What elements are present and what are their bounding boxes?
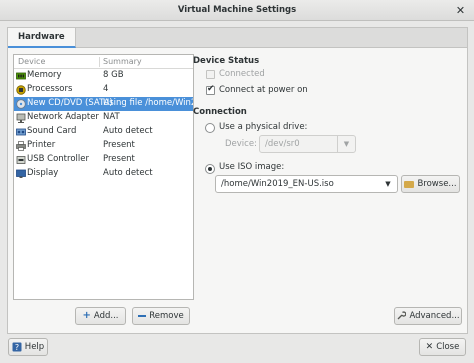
device-row-printer[interactable]: Printer Present (14, 139, 193, 153)
vm-settings-window: Virtual Machine Settings ✕ Hardware Devi… (0, 0, 474, 363)
device-summary: NAT (103, 112, 120, 122)
device-name: Memory (27, 70, 62, 80)
device-summary: 8 GB (103, 70, 124, 80)
display-icon (16, 169, 26, 178)
device-summary: Auto detect (103, 126, 153, 136)
dropdown-arrow-icon[interactable]: ▼ (379, 176, 397, 192)
title-bar: Virtual Machine Settings ✕ (0, 0, 474, 21)
device-row-display[interactable]: Display Auto detect (14, 167, 193, 181)
cd-dvd-icon (16, 99, 26, 109)
device-name: Display (27, 168, 59, 178)
plus-icon: + (82, 310, 91, 321)
network-adapter-icon (16, 113, 26, 123)
printer-icon (16, 141, 26, 151)
processor-icon (16, 85, 26, 95)
iso-image-label: Use ISO image: (219, 162, 285, 172)
device-rows: Memory 8 GB Processors 4 New CD/DVD (SAT… (14, 69, 193, 181)
settings-pane: Hardware Device Summary Memory 8 GB Proc… (7, 27, 468, 334)
connect-at-power-on-checkbox[interactable]: ✔ (206, 84, 215, 95)
connect-at-power-on-label: Connect at power on (219, 85, 308, 95)
advanced-button[interactable]: Advanced... (394, 307, 462, 325)
advanced-button-label: Advanced... (409, 311, 460, 321)
device-name: USB Controller (27, 154, 89, 164)
device-row-usb-controller[interactable]: USB Controller Present (14, 153, 193, 167)
physical-drive-label: Use a physical drive: (219, 122, 308, 132)
device-status-heading: Device Status (193, 56, 260, 66)
physical-device-select[interactable]: /dev/sr0 ▼ (259, 135, 356, 153)
physical-drive-radio[interactable] (205, 123, 215, 133)
device-label: Device: (225, 139, 257, 149)
iso-image-radio[interactable] (205, 164, 215, 174)
iso-path-value: /home/Win2019_EN-US.iso (221, 179, 334, 189)
close-icon: ✕ (425, 342, 434, 352)
checkmark-icon: ✔ (207, 84, 215, 94)
help-button-label: Help (24, 342, 45, 352)
device-name: Processors (27, 84, 73, 94)
column-separator (99, 57, 100, 67)
wrench-icon (397, 311, 407, 320)
add-device-button[interactable]: + Add... (75, 307, 126, 325)
iso-path-combo[interactable]: /home/Win2019_EN-US.iso ▼ (215, 175, 398, 193)
device-name: New CD/DVD (SATA) (27, 98, 113, 108)
close-button-label: Close (436, 342, 460, 352)
minus-icon (138, 315, 147, 317)
tab-hardware[interactable]: Hardware (8, 28, 76, 48)
help-icon: ? (12, 342, 22, 352)
connected-label: Connected (219, 69, 265, 79)
device-list-header: Device Summary (14, 55, 193, 69)
browse-button-label: Browse... (417, 179, 457, 189)
device-summary: Present (103, 154, 135, 164)
remove-device-button[interactable]: Remove (132, 307, 190, 325)
memory-icon (16, 72, 26, 80)
connection-heading: Connection (193, 107, 247, 117)
tab-bar: Hardware (8, 28, 467, 48)
device-list[interactable]: Device Summary Memory 8 GB Processors 4 … (13, 54, 194, 300)
connected-checkbox[interactable] (206, 70, 215, 79)
remove-button-label: Remove (149, 311, 184, 321)
device-summary: Auto detect (103, 168, 153, 178)
device-name: Sound Card (27, 126, 77, 136)
window-title: Virtual Machine Settings (177, 5, 297, 15)
device-summary: Present (103, 140, 135, 150)
device-row-processors[interactable]: Processors 4 (14, 83, 193, 97)
folder-icon (404, 181, 415, 188)
device-row-cd-dvd[interactable]: New CD/DVD (SATA) Using file /home/Win20 (14, 97, 193, 111)
device-row-network-adapter[interactable]: Network Adapter NAT (14, 111, 193, 125)
usb-controller-icon (16, 156, 26, 164)
device-name: Printer (27, 140, 56, 150)
device-summary: 4 (103, 84, 109, 94)
close-window-icon[interactable]: ✕ (453, 3, 468, 18)
physical-device-value: /dev/sr0 (265, 139, 300, 149)
browse-button[interactable]: Browse... (401, 175, 460, 193)
device-row-sound-card[interactable]: Sound Card Auto detect (14, 125, 193, 139)
add-button-label: Add... (93, 311, 119, 321)
help-button[interactable]: ? Help (8, 338, 48, 356)
svg-text:?: ? (15, 343, 19, 352)
device-name: Network Adapter (27, 112, 99, 122)
sound-card-icon (16, 128, 26, 136)
device-row-memory[interactable]: Memory 8 GB (14, 69, 193, 83)
dropdown-arrow-icon: ▼ (337, 136, 355, 152)
device-summary: Using file /home/Win20 (103, 98, 193, 108)
column-header-summary[interactable]: Summary (103, 57, 142, 66)
close-button[interactable]: ✕ Close (419, 338, 466, 356)
column-header-device[interactable]: Device (18, 57, 45, 66)
